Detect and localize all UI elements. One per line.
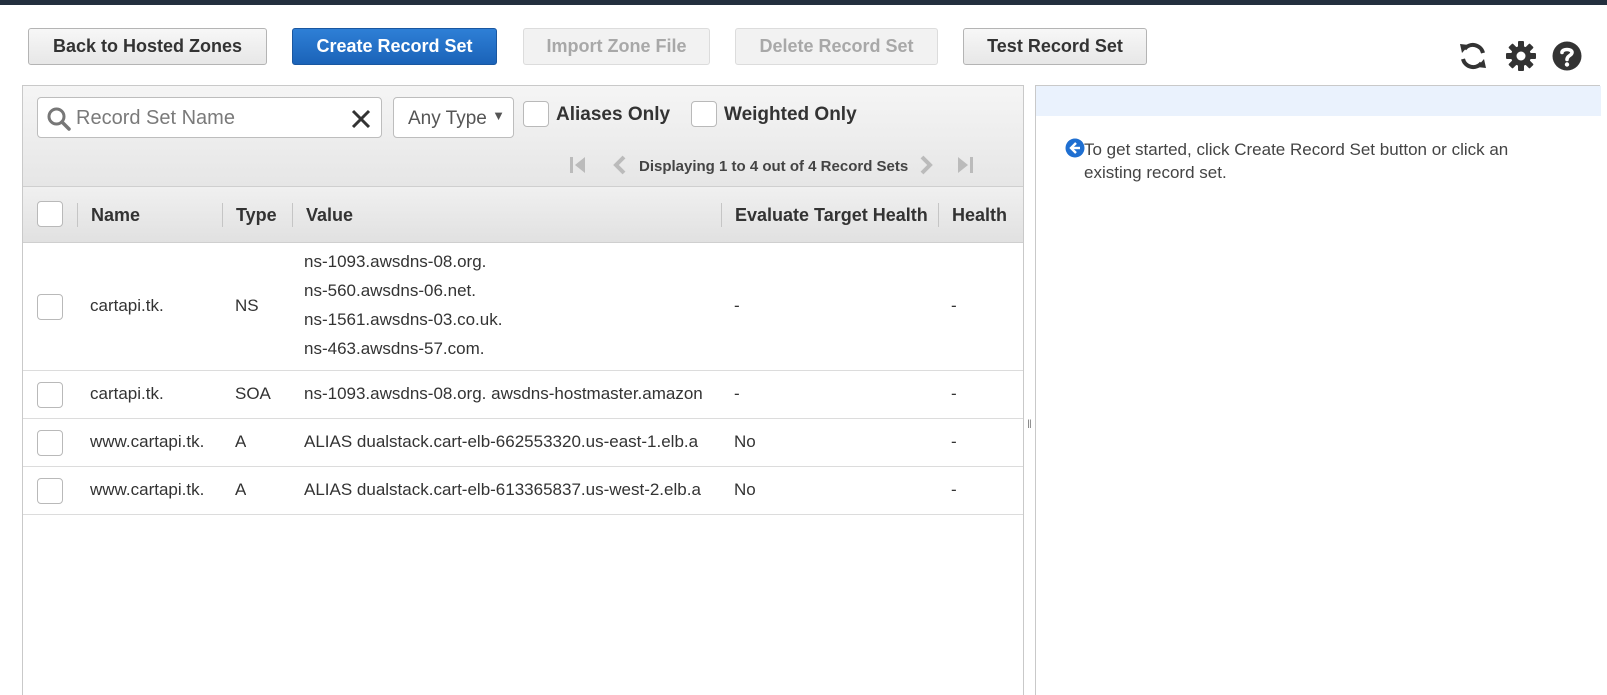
record-sets-panel: Any Type ▼ Aliases Only Weighted Only Di… [22,85,1024,695]
pager-text: Displaying 1 to 4 out of 4 Record Sets [639,158,909,175]
chevron-down-icon: ▼ [492,108,505,123]
column-header-health[interactable]: Health [938,187,1023,243]
first-page-icon[interactable] [568,154,590,176]
record-value: ns-1093.awsdns-08.org. [304,252,487,271]
row-checkbox[interactable] [37,430,63,456]
record-type: NS [235,296,259,315]
arrow-left-icon [1065,138,1085,158]
panel-splitter[interactable]: ‖ [1025,85,1035,695]
table-row[interactable]: www.cartapi.tk. A ALIAS dualstack.cart-e… [23,467,1023,515]
record-value: ns-1561.awsdns-03.co.uk. [304,310,503,329]
record-type: A [235,480,247,499]
record-value: ALIAS dualstack.cart-elb-613365837.us-we… [304,480,701,499]
aliases-only-checkbox[interactable] [523,101,549,127]
next-page-icon[interactable] [915,154,937,176]
import-zone-file-button[interactable]: Import Zone File [523,28,710,65]
refresh-icon[interactable] [1457,40,1489,72]
search-icon [47,107,71,131]
table-row[interactable]: cartapi.tk. NS ns-1093.awsdns-08.org. ns… [23,243,1023,371]
row-checkbox[interactable] [37,478,63,504]
details-panel-header [1036,86,1601,116]
record-type: A [235,432,247,451]
row-checkbox[interactable] [37,382,63,408]
weighted-only-checkbox[interactable] [691,101,717,127]
table-header: Name Type Value Evaluate Target Health H… [23,187,1023,243]
gear-icon[interactable] [1505,40,1537,72]
create-record-set-button[interactable]: Create Record Set [292,28,497,65]
back-to-hosted-zones-button[interactable]: Back to Hosted Zones [28,28,267,65]
details-panel: To get started, click Create Record Set … [1035,85,1601,695]
weighted-only-label: Weighted Only [724,104,857,125]
aliases-only-label: Aliases Only [556,104,671,125]
column-header-type[interactable]: Type [222,187,292,243]
record-evaluate-target-health: No [734,480,756,499]
top-bar [0,0,1607,5]
filter-bar: Any Type ▼ Aliases Only Weighted Only Di… [23,86,1023,187]
record-health: - [951,432,957,451]
previous-page-icon[interactable] [609,154,631,176]
record-value: ns-560.awsdns-06.net. [304,281,476,300]
record-name: cartapi.tk. [90,384,164,403]
delete-record-set-button[interactable]: Delete Record Set [735,28,938,65]
table-row[interactable]: cartapi.tk. SOA ns-1093.awsdns-08.org. a… [23,371,1023,419]
help-icon[interactable] [1551,40,1583,72]
record-health: - [951,480,957,499]
record-health: - [951,384,957,403]
column-header-name[interactable]: Name [77,187,222,243]
record-evaluate-target-health: - [734,296,740,315]
details-info-text: To get started, click Create Record Set … [1084,140,1509,182]
search-box[interactable] [37,97,382,138]
record-health: - [951,296,957,315]
clear-icon[interactable] [349,107,373,131]
record-set-name-input[interactable] [76,104,336,132]
table-row[interactable]: www.cartapi.tk. A ALIAS dualstack.cart-e… [23,419,1023,467]
record-name: cartapi.tk. [90,296,164,315]
type-select-value: Any Type [408,108,487,129]
column-header-value[interactable]: Value [292,187,721,243]
record-name: www.cartapi.tk. [90,432,205,451]
top-icons [1447,40,1607,72]
row-checkbox[interactable] [37,294,63,320]
record-name: www.cartapi.tk. [90,480,205,499]
test-record-set-button[interactable]: Test Record Set [963,28,1147,65]
record-evaluate-target-health: No [734,432,756,451]
record-type: SOA [235,384,271,403]
column-header-evaluate-target-health[interactable]: Evaluate Target Health [721,187,938,243]
record-evaluate-target-health: - [734,384,740,403]
select-all-checkbox[interactable] [37,201,63,227]
record-value: ALIAS dualstack.cart-elb-662553320.us-ea… [304,432,699,451]
type-select[interactable]: Any Type ▼ [393,97,514,138]
record-value: ns-463.awsdns-57.com. [304,339,485,358]
record-value: ns-1093.awsdns-08.org. awsdns-hostmaster… [304,384,703,403]
last-page-icon[interactable] [954,154,976,176]
splitter-grip-icon[interactable]: ‖ [1027,417,1032,431]
